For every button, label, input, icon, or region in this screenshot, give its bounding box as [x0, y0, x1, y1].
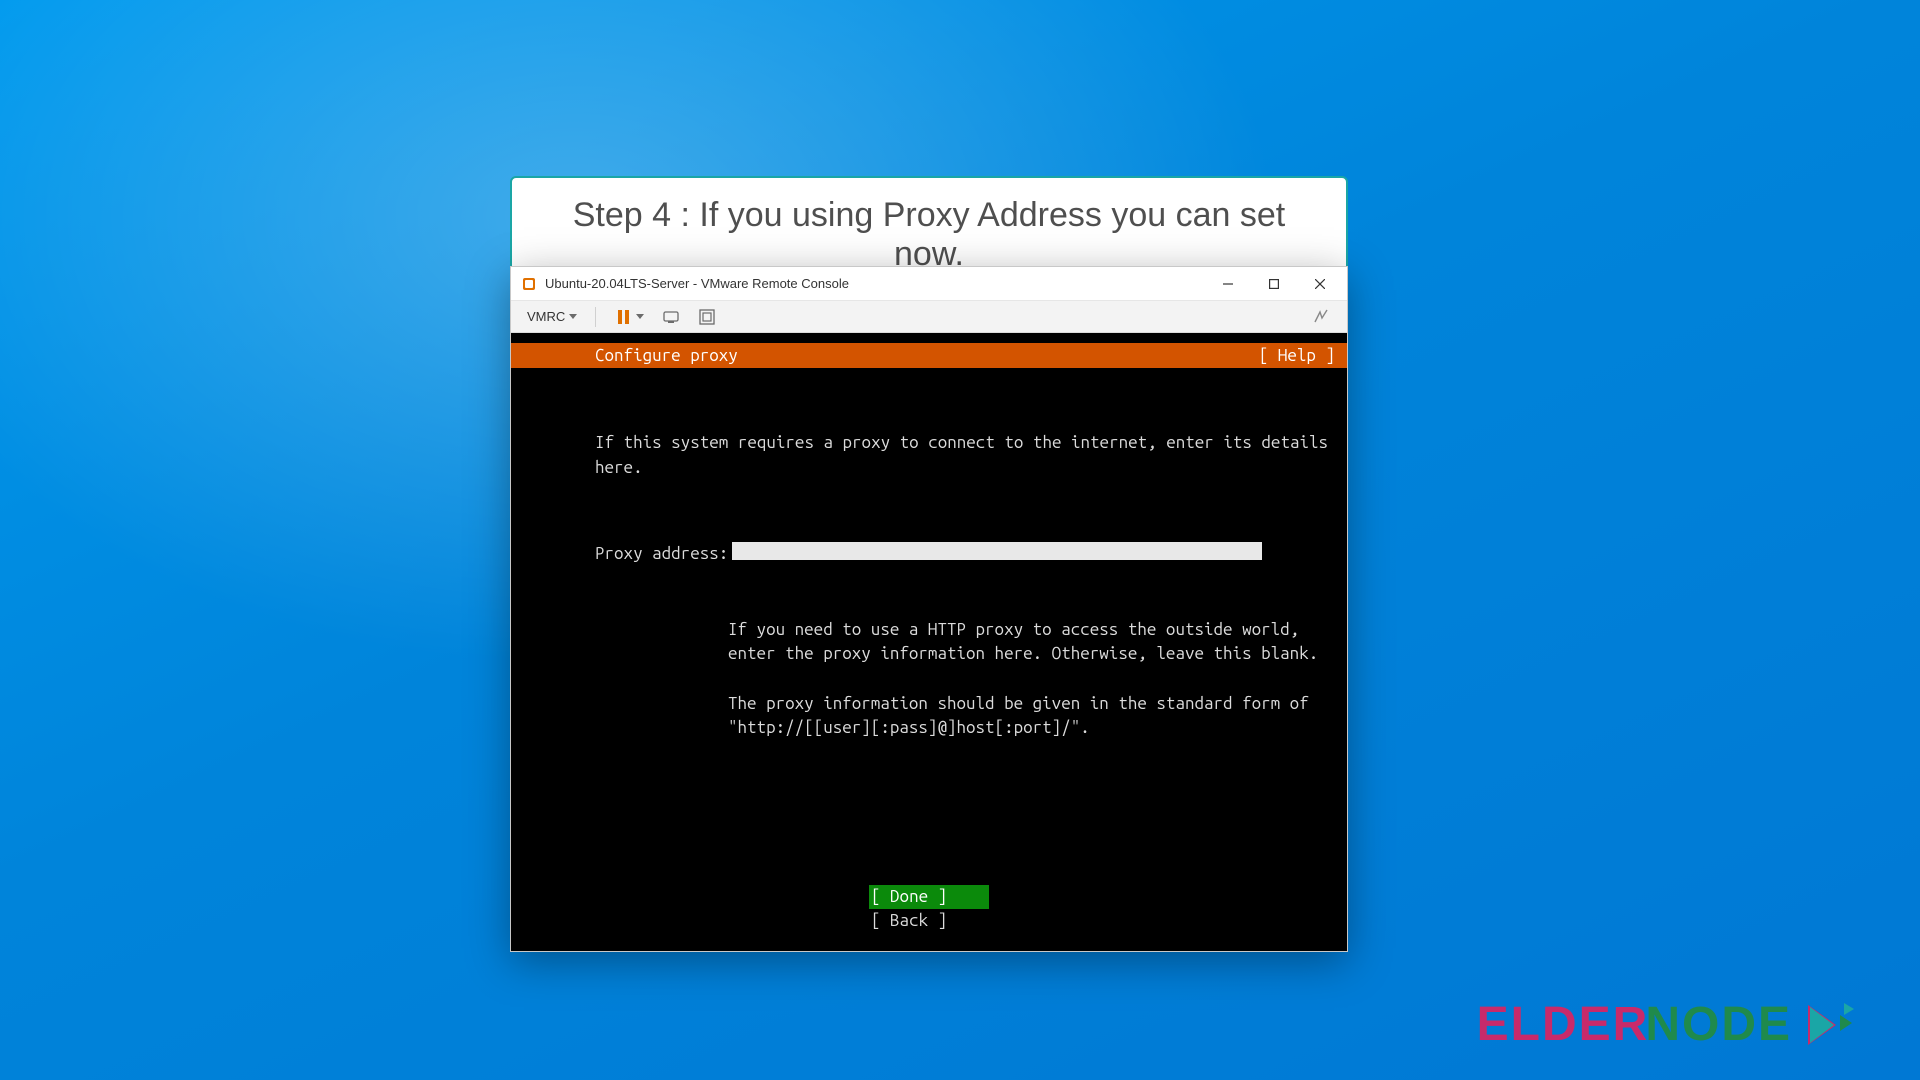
- caret-down-icon: [569, 314, 577, 319]
- toolbar-separator: [595, 307, 596, 327]
- maximize-button[interactable]: [1251, 268, 1297, 300]
- back-button[interactable]: [ Back ]: [869, 909, 989, 933]
- vmrc-toolbar: VMRC: [511, 301, 1347, 333]
- vmrc-menu[interactable]: VMRC: [521, 305, 583, 328]
- vmware-app-icon: [521, 276, 537, 292]
- eldernode-watermark: ELDER NODE: [1477, 997, 1860, 1052]
- console-top-gap: [511, 333, 1347, 343]
- proxy-hint-text: If you need to use a HTTP proxy to acces…: [595, 618, 1263, 741]
- done-button[interactable]: [ Done ]: [869, 885, 989, 909]
- installer-header: Configure proxy [ Help ]: [511, 343, 1347, 368]
- watermark-elder: ELDER: [1477, 997, 1650, 1052]
- installer-header-title: Configure proxy: [595, 347, 738, 364]
- fullscreen-button[interactable]: [692, 304, 722, 330]
- window-titlebar[interactable]: Ubuntu-20.04LTS-Server - VMware Remote C…: [511, 267, 1347, 301]
- watermark-play-icon: [1800, 1001, 1860, 1049]
- send-ctrl-alt-del-button[interactable]: [656, 304, 686, 330]
- vmware-remote-console-window: Ubuntu-20.04LTS-Server - VMware Remote C…: [510, 266, 1348, 952]
- pause-icon: [614, 308, 632, 326]
- fullscreen-icon: [698, 308, 716, 326]
- proxy-address-label: Proxy address:: [595, 542, 728, 567]
- installer-body: If this system requires a proxy to conne…: [511, 368, 1347, 790]
- minimize-button[interactable]: [1205, 268, 1251, 300]
- send-cad-icon: [662, 308, 680, 326]
- pause-button[interactable]: [608, 304, 650, 330]
- ubuntu-installer-console[interactable]: Configure proxy [ Help ] If this system …: [511, 343, 1347, 951]
- vmrc-menu-label: VMRC: [527, 309, 565, 324]
- installer-intro-text: If this system requires a proxy to conne…: [595, 431, 1263, 480]
- watermark-node: NODE: [1645, 997, 1792, 1052]
- installer-footer: [ Done ] [ Back ]: [511, 885, 1347, 933]
- signal-icon: [1313, 308, 1331, 326]
- proxy-address-input[interactable]: [732, 542, 1262, 560]
- close-button[interactable]: [1297, 268, 1343, 300]
- caret-down-icon: [636, 314, 644, 319]
- connection-indicator[interactable]: [1307, 304, 1337, 330]
- installer-help-link[interactable]: [ Help ]: [1259, 347, 1335, 364]
- window-title: Ubuntu-20.04LTS-Server - VMware Remote C…: [545, 276, 849, 291]
